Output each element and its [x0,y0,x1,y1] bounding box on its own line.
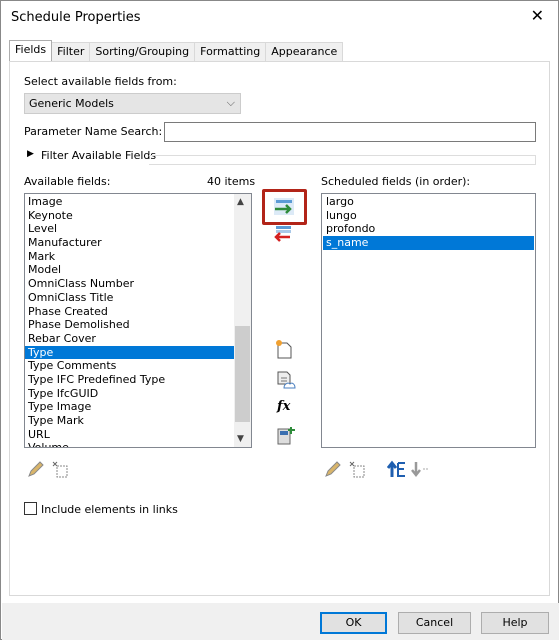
delete-parameter-icon [349,461,365,478]
filter-available-fields-toggle[interactable]: Filter Available Fields [41,149,156,162]
list-item[interactable]: profondo [323,222,534,236]
select-fields-label: Select available fields from: [24,75,177,88]
expand-triangle-icon[interactable]: ▶ [27,149,34,159]
scheduled-fields-list[interactable]: largo lungo profondo s_name [321,193,536,448]
pencil-icon [325,461,341,477]
available-count: 40 items [207,175,256,188]
move-up-button[interactable] [386,460,407,481]
list-item[interactable]: Level [25,222,234,236]
list-item[interactable]: OmniClass Number [25,277,234,291]
tab-formatting[interactable]: Formatting [194,42,267,61]
chevron-down-icon: ⌵ [226,96,235,109]
new-parameter-icon [276,340,292,359]
available-fields-list[interactable]: Image Keynote Level Manufacturer Mark Model Om… [24,193,252,448]
tab-sorting-grouping[interactable]: Sorting/Grouping [89,42,196,61]
move-down-button[interactable] [411,460,431,481]
delete-parameter-button-left[interactable] [51,460,69,481]
search-label: Parameter Name Search: [24,125,163,138]
schedule-properties-dialog: Schedule Properties ✕ Fields Filter Sort… [0,0,559,640]
delete-parameter-icon [52,461,68,478]
scheduled-fields-label: Scheduled fields (in order): [321,175,471,188]
tab-fields[interactable]: Fields [9,40,53,61]
include-links-checkbox[interactable] [24,502,37,515]
list-item[interactable]: Keynote [25,209,234,223]
button-bar [2,603,559,640]
edit-parameter-button-right[interactable] [323,460,341,481]
list-item[interactable]: Phase Created [25,305,234,319]
pencil-icon [28,461,44,477]
list-item[interactable]: Model [25,263,234,277]
scroll-thumb[interactable] [235,326,250,422]
new-parameter-button[interactable] [275,339,293,362]
shared-parameter-button[interactable] [276,370,296,393]
move-up-icon [386,460,405,477]
parameter-search-input[interactable] [164,122,536,142]
move-down-icon [411,462,429,478]
delete-parameter-button-right[interactable] [348,460,366,481]
scroll-down-icon[interactable]: ▼ [237,434,244,444]
remove-field-icon [274,226,291,242]
available-scrollbar[interactable]: ▲ ▼ [234,194,251,447]
list-item[interactable]: Rebar Cover [25,332,234,346]
calculated-value-button[interactable]: fx [277,399,290,414]
dialog-title: Schedule Properties [11,10,141,25]
tab-appearance[interactable]: Appearance [265,42,344,61]
close-icon[interactable]: ✕ [531,6,544,25]
available-fields-label: Available fields: [24,175,111,188]
add-field-icon [274,198,294,215]
list-item[interactable]: Volume [25,441,234,447]
scroll-up-icon[interactable]: ▲ [237,197,244,207]
list-item[interactable]: Manufacturer [25,236,234,250]
remove-parameter-button[interactable] [273,224,293,245]
list-item[interactable]: Type Mark [25,414,234,428]
help-button[interactable]: Help [481,612,549,634]
shared-parameter-icon [277,371,296,389]
list-item[interactable]: Type IFC Predefined Type [25,373,234,387]
category-value: Generic Models [29,97,114,110]
fx-icon: fx [277,399,291,414]
list-item[interactable]: lungo [323,209,534,223]
tab-bar: Fields Filter Sorting/Grouping Formattin… [9,40,344,61]
ok-button[interactable]: OK [320,612,387,634]
list-item[interactable]: Type Image [25,400,234,414]
filter-group-divider [149,155,536,165]
combine-parameters-button[interactable] [276,426,296,449]
cancel-button[interactable]: Cancel [398,612,471,634]
list-item[interactable]: URL [25,428,234,442]
list-item[interactable]: s_name [323,236,534,250]
category-dropdown[interactable]: Generic Models ⌵ [24,93,241,114]
tab-filter[interactable]: Filter [51,42,91,61]
list-item[interactable]: Type IfcGUID [25,387,234,401]
include-links-label: Include elements in links [41,503,178,516]
list-item[interactable]: Mark [25,250,234,264]
list-item[interactable]: Type [25,345,234,360]
add-parameter-button[interactable] [262,189,307,225]
edit-parameter-button-left[interactable] [26,460,44,481]
list-item[interactable]: largo [323,195,534,209]
list-item[interactable]: OmniClass Title [25,291,234,305]
list-item[interactable]: Type Comments [25,359,234,373]
list-item[interactable]: Image [25,195,234,209]
list-item[interactable]: Phase Demolished [25,318,234,332]
combine-parameters-icon [277,427,295,445]
